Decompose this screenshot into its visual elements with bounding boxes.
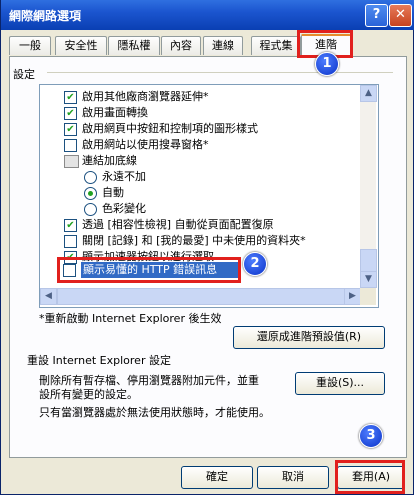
reset-section-title: 重設 Internet Explorer 設定 (27, 354, 171, 367)
radio-dot (88, 191, 93, 196)
tab-programs[interactable]: 程式集 (251, 36, 301, 55)
list-item-label: 色彩變化 (102, 202, 146, 215)
cancel-button[interactable]: 取消 (257, 466, 329, 489)
help-button[interactable]: ? (365, 4, 388, 27)
list-item-label: 啟用網頁中按鈕和控制項的圖形樣式 (82, 122, 258, 135)
tab-connections[interactable]: 連線 (203, 36, 243, 55)
step-3-marker: 3 (359, 424, 383, 448)
restore-advanced-defaults-button[interactable]: 還原成進階預設值(R) (233, 326, 385, 349)
radio-selected[interactable] (84, 187, 97, 200)
scroll-down-icon[interactable]: ▼ (360, 271, 377, 288)
close-button[interactable]: ✕ (389, 4, 412, 27)
annotation-box-http-errors (57, 257, 241, 283)
button-label: 確定 (206, 470, 228, 483)
radio-unselected[interactable] (84, 171, 97, 184)
list-item-label: 自動 (102, 186, 124, 199)
reset-button[interactable]: 重設(S)... (295, 372, 385, 395)
scroll-thumb[interactable] (57, 288, 346, 305)
divider (47, 72, 393, 73)
horizontal-scrollbar[interactable]: ◀ ▶ (40, 288, 361, 305)
tab-content[interactable]: 內容 (161, 36, 201, 55)
scroll-left-icon[interactable]: ◀ (40, 288, 57, 305)
tab-label: 連線 (212, 39, 234, 52)
radio-unselected[interactable] (84, 203, 97, 216)
annotation-box-apply (335, 460, 405, 494)
list-item-label: 連結加底線 (82, 154, 137, 167)
scroll-up-icon[interactable]: ▲ (360, 85, 377, 102)
title-bar[interactable]: 網際網路選項 ? ✕ (1, 0, 414, 30)
list-item-label: 永遠不加 (102, 170, 146, 183)
ok-button[interactable]: 確定 (181, 466, 253, 489)
checkbox-checked[interactable]: ✔ (64, 91, 77, 104)
checkbox-unchecked[interactable] (64, 139, 77, 152)
group-folder-icon (64, 155, 79, 168)
reset-description: 設所有變更的設定。 (39, 388, 138, 401)
button-label: 取消 (282, 470, 304, 483)
checkbox-checked[interactable]: ✔ (64, 219, 77, 232)
checkbox-unchecked[interactable] (64, 235, 77, 248)
scroll-thumb[interactable] (360, 249, 377, 273)
reset-note: 只有當瀏覽器處於無法使用狀態時，才能使用。 (39, 406, 270, 419)
window-title: 網際網路選項 (9, 9, 82, 23)
list-item-label: 啟用網站以使用搜尋窗格* (82, 138, 209, 151)
tab-privacy[interactable]: 隱私權 (108, 36, 160, 55)
list-item-label: 啟用畫面轉換 (82, 106, 148, 119)
button-label: 還原成進階預設值(R) (256, 330, 362, 343)
internet-options-window: 網際網路選項 ? ✕ 一般 安全性 隱私權 內容 連線 程式集 進階 設定 ✔ … (0, 0, 414, 495)
tab-label: 安全性 (64, 39, 98, 52)
list-item-label: 啟用其他廠商瀏覽器延伸* (82, 90, 209, 103)
scroll-corner (360, 288, 376, 305)
scroll-right-icon[interactable]: ▶ (344, 288, 361, 305)
checkbox-checked[interactable]: ✔ (64, 107, 77, 120)
tab-label: 內容 (170, 39, 192, 52)
step-1-marker: 1 (315, 52, 339, 76)
restart-note: *重新啟動 Internet Explorer 後生效 (39, 312, 222, 325)
tab-label: 一般 (19, 39, 41, 52)
tab-general[interactable]: 一般 (9, 36, 51, 55)
vertical-scrollbar[interactable]: ▲ ▼ (360, 85, 377, 288)
list-item-label: 關閉 [記錄] 和 [我的最愛] 中未使用的資料夾* (82, 234, 306, 247)
button-label: 重設(S)... (315, 376, 365, 389)
tab-label: 程式集 (259, 39, 293, 52)
step-2-marker: 2 (243, 252, 267, 276)
tab-security[interactable]: 安全性 (55, 36, 107, 55)
settings-group-label: 設定 (13, 68, 35, 81)
checkbox-checked[interactable]: ✔ (64, 123, 77, 136)
tab-label: 隱私權 (117, 39, 151, 52)
list-item-label: 透過 [相容性檢視] 自動從頁面配置復原 (82, 218, 274, 231)
